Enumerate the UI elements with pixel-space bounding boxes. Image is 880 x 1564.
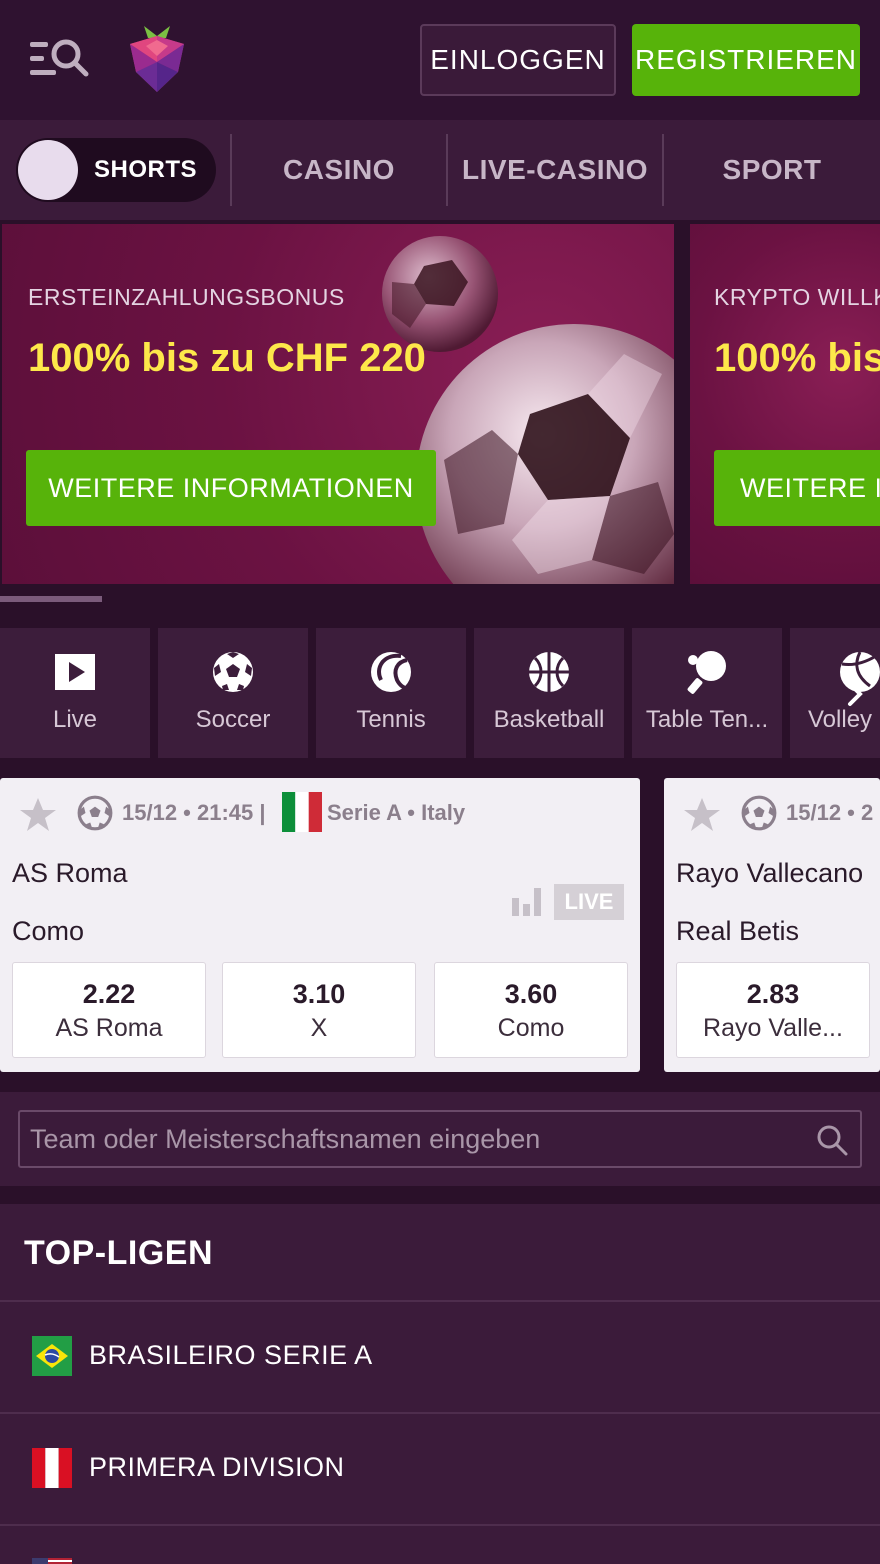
sport-label: Table Ten... <box>645 706 769 733</box>
odd-button-away[interactable]: 3.60 Como <box>434 962 628 1058</box>
banner-title: 100% bis zu CHF 220 <box>28 336 426 380</box>
main-nav: SHORTS CASINO LIVE-CASINO SPORT <box>0 120 880 220</box>
toggle-knob <box>18 140 78 200</box>
soccer-ball-icon <box>741 795 777 831</box>
odd-value: 3.60 <box>504 979 558 1009</box>
odd-label: X <box>310 1014 328 1042</box>
soccer-ball-icon <box>213 652 253 692</box>
home-team: Rayo Vallecano <box>676 858 864 888</box>
sport-tile-tennis[interactable]: Tennis <box>316 628 466 758</box>
odd-value: 2.83 <box>746 979 800 1009</box>
league-item-primera-division[interactable]: PRIMERA DIVISION <box>0 1414 880 1524</box>
favorite-star-icon[interactable] <box>18 796 58 834</box>
soccer-ball-icon <box>77 795 113 831</box>
odd-button-home[interactable]: 2.83 Rayo Valle... <box>676 962 870 1058</box>
banner-subtitle: KRYPTO WILLK <box>714 284 880 310</box>
odd-value: 3.10 <box>292 979 346 1009</box>
match-card[interactable]: 15/12 • 2 Rayo Vallecano Real Betis 2.83… <box>664 778 880 1072</box>
banner-subtitle: ERSTEINZAHLUNGSBONUS <box>28 284 345 310</box>
nav-item-casino[interactable]: CASINO <box>232 120 446 220</box>
search-bar <box>0 1092 880 1186</box>
login-button[interactable]: EINLOGGEN <box>420 24 616 96</box>
peru-flag-icon <box>32 1448 72 1488</box>
odd-button-draw[interactable]: 3.10 X <box>222 962 416 1058</box>
nav-item-sport[interactable]: SPORT <box>664 120 880 220</box>
top-header: EINLOGGEN REGISTRIEREN <box>0 0 880 120</box>
home-team: AS Roma <box>12 858 128 888</box>
promo-banner-crypto[interactable]: KRYPTO WILLK 100% bis WEITERE IN <box>690 224 880 584</box>
sport-tile-live[interactable]: Live <box>0 628 150 758</box>
league-name: PRIMERA DIVISION <box>89 1452 345 1482</box>
odd-value: 2.22 <box>82 979 136 1009</box>
divider <box>0 1524 880 1526</box>
banner-title: 100% bis <box>714 336 880 380</box>
more-info-button[interactable]: WEITERE IN <box>714 450 880 526</box>
league-item-brasileiro-serie-a[interactable]: BRASILEIRO SERIE A <box>0 1302 880 1412</box>
usa-flag-icon <box>32 1558 72 1564</box>
shorts-label: SHORTS <box>94 156 198 183</box>
tennis-ball-icon <box>371 652 411 692</box>
section-title: TOP-LIGEN <box>24 1234 213 1272</box>
sport-tile-soccer[interactable]: Soccer <box>158 628 308 758</box>
search-icon[interactable] <box>816 1124 848 1156</box>
match-league: Serie A • Italy <box>327 800 466 825</box>
sport-label: Tennis <box>356 706 426 733</box>
league-name: BRASILEIRO SERIE A <box>89 1340 373 1370</box>
sport-label: Soccer <box>195 706 271 733</box>
match-datetime: 15/12 • 21:45 | <box>122 800 266 825</box>
match-datetime: 15/12 • 2 <box>786 800 874 825</box>
sport-tile-table-tennis[interactable]: Table Ten... <box>632 628 782 758</box>
team-search-input[interactable] <box>18 1110 862 1168</box>
away-team: Como <box>12 916 85 946</box>
promo-banner-first-deposit[interactable]: ERSTEINZAHLUNGSBONUS 100% bis zu CHF 220… <box>2 224 674 584</box>
favorite-star-icon[interactable] <box>682 796 722 834</box>
italy-flag-icon <box>282 792 322 832</box>
play-icon <box>55 654 95 690</box>
brazil-flag-icon <box>32 1336 72 1376</box>
sport-label: Live <box>52 706 98 733</box>
statistics-icon[interactable] <box>510 884 544 916</box>
away-team: Real Betis <box>676 916 800 946</box>
sport-tile-basketball[interactable]: Basketball <box>474 628 624 758</box>
raspberry-logo-icon[interactable] <box>124 22 190 94</box>
soccer-balls-image <box>382 236 674 584</box>
banner-carousel-progress <box>0 596 880 602</box>
basketball-icon <box>529 652 569 692</box>
match-card[interactable]: 15/12 • 21:45 | Serie A • Italy AS Roma … <box>0 778 640 1072</box>
odd-button-home[interactable]: 2.22 AS Roma <box>12 962 206 1058</box>
banner-background <box>690 224 880 584</box>
carousel-progress-fill <box>0 596 102 602</box>
nav-item-live-casino[interactable]: LIVE-CASINO <box>448 120 662 220</box>
live-badge: LIVE <box>554 884 624 920</box>
menu-search-icon[interactable] <box>28 36 92 84</box>
table-tennis-icon <box>687 651 726 694</box>
odd-label: AS Roma <box>55 1014 163 1042</box>
chevron-right-icon[interactable] <box>836 672 876 716</box>
page: EINLOGGEN REGISTRIEREN SHORTS CASINO LIV… <box>0 0 880 1564</box>
shorts-toggle[interactable]: SHORTS <box>16 138 216 202</box>
register-button[interactable]: REGISTRIEREN <box>632 24 860 96</box>
more-info-button[interactable]: WEITERE INFORMATIONEN <box>26 450 436 526</box>
top-leagues-section: TOP-LIGEN BRASILEIRO SERIE A PRIMERA DIV… <box>0 1204 880 1564</box>
sport-label: Basketball <box>493 706 605 733</box>
odd-label: Como <box>497 1014 565 1042</box>
odd-label: Rayo Valle... <box>703 1014 843 1042</box>
